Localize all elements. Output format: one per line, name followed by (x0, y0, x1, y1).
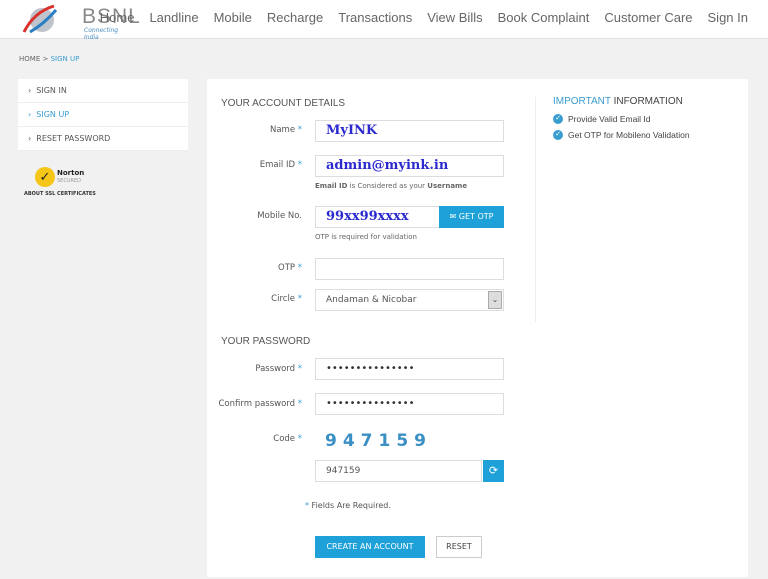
sidebar: › SIGN IN › SIGN UP › RESET PASSWORD (18, 79, 188, 151)
email-hint: Email ID is Considered as your Username (315, 182, 468, 190)
nav-landline[interactable]: Landline (149, 10, 198, 25)
refresh-icon: ⟳ (488, 464, 499, 477)
breadcrumb-current: SIGN UP (50, 55, 80, 63)
chevron-down-icon[interactable]: ⌄ (488, 291, 502, 309)
norton-sub: SECURED (57, 178, 81, 184)
bsnl-globe-icon (22, 4, 58, 34)
mobile-label: Mobile No. (257, 211, 302, 221)
check-circle-icon: ✓ (553, 130, 563, 140)
password-label: Password * (255, 364, 302, 374)
info-item: ✓ Provide Valid Email Id (553, 111, 690, 127)
name-label: Name * (269, 125, 302, 135)
signup-panel: YOUR ACCOUNT DETAILS Name * MyINK Email … (207, 79, 748, 577)
sidebar-item-sign-up[interactable]: › SIGN UP (18, 103, 188, 127)
nav-mobile[interactable]: Mobile (214, 10, 252, 25)
main-nav: Home Landline Mobile Recharge Transactio… (100, 10, 748, 25)
nav-customer-care[interactable]: Customer Care (604, 10, 692, 25)
nav-view-bills[interactable]: View Bills (427, 10, 482, 25)
sidebar-item-label: SIGN IN (36, 86, 67, 95)
info-heading: IMPORTANT INFORMATION (553, 96, 683, 107)
norton-seal[interactable]: ✓ Norton SECURED ABOUT SSL CERTIFICATES (24, 167, 96, 197)
sidebar-item-label: SIGN UP (36, 110, 70, 119)
logo-tagline: Connecting India (84, 27, 119, 41)
name-input[interactable]: MyINK (315, 120, 504, 142)
breadcrumb: HOME > SIGN UP (19, 55, 79, 63)
nav-transactions[interactable]: Transactions (338, 10, 412, 25)
envelope-icon: ✉ (449, 212, 457, 221)
check-circle-icon: ✓ (553, 114, 563, 124)
password-input[interactable]: ••••••••••••••• (315, 358, 504, 380)
sidebar-item-sign-in[interactable]: › SIGN IN (18, 79, 188, 103)
norton-brand: Norton (57, 169, 85, 177)
email-input[interactable]: admin@myink.in (315, 155, 504, 177)
breadcrumb-separator: > (42, 55, 49, 63)
confirm-password-label: Confirm password * (218, 399, 302, 409)
otp-label: OTP * (278, 263, 302, 273)
checkmark-icon: ✓ (35, 167, 55, 187)
info-item: ✓ Get OTP for Mobileno Validation (553, 127, 690, 143)
column-divider (535, 97, 536, 322)
circle-select[interactable]: Andaman & Nicobar ⌄ (315, 289, 504, 311)
mobile-input[interactable]: 99xx99xxxx (315, 206, 440, 228)
required-note: * Fields Are Required. (305, 501, 391, 510)
nav-book-complaint[interactable]: Book Complaint (498, 10, 590, 25)
account-heading: YOUR ACCOUNT DETAILS (221, 98, 346, 109)
circle-label: Circle * (271, 294, 302, 304)
sidebar-item-label: RESET PASSWORD (36, 134, 111, 143)
get-otp-button[interactable]: ✉ GET OTP (439, 206, 504, 228)
captcha-input[interactable]: 947159 (315, 460, 482, 482)
breadcrumb-home[interactable]: HOME (19, 55, 40, 63)
email-label: Email ID * (259, 160, 302, 170)
ssl-caption[interactable]: ABOUT SSL CERTIFICATES (24, 191, 96, 197)
nav-sign-in[interactable]: Sign In (708, 10, 748, 25)
nav-recharge[interactable]: Recharge (267, 10, 323, 25)
password-heading: YOUR PASSWORD (221, 336, 311, 347)
sidebar-item-reset-password[interactable]: › RESET PASSWORD (18, 127, 188, 151)
important-information: IMPORTANT INFORMATION ✓ Provide Valid Ema… (553, 96, 690, 143)
reset-button[interactable]: RESET (436, 536, 482, 558)
refresh-captcha-button[interactable]: ⟳ (483, 460, 504, 482)
create-account-button[interactable]: CREATE AN ACCOUNT (315, 536, 425, 558)
otp-input[interactable] (315, 258, 504, 280)
captcha-image: 947159 (325, 431, 432, 451)
nav-home[interactable]: Home (100, 10, 135, 25)
confirm-password-input[interactable]: ••••••••••••••• (315, 393, 504, 415)
code-label: Code * (273, 434, 302, 444)
header: BSNL Connecting India Home Landline Mobi… (0, 0, 768, 41)
mobile-hint: OTP is required for validation (315, 233, 417, 241)
